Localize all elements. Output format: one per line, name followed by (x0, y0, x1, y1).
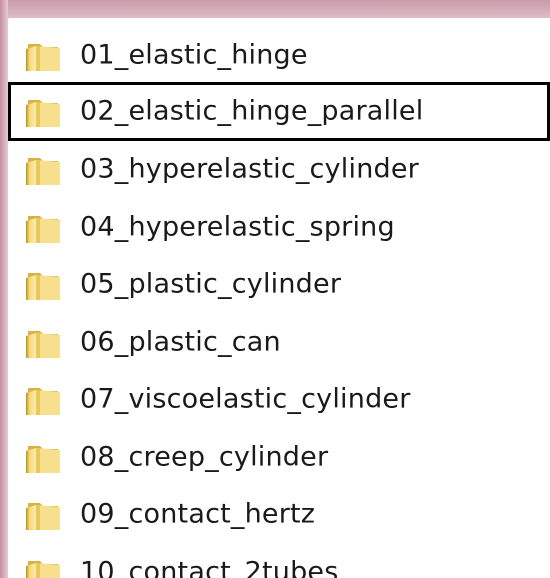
folder-item-03[interactable]: 03_hyperelastic_cylinder (8, 141, 550, 199)
folder-icon (26, 560, 60, 578)
folder-name: 08_creep_cylinder (80, 441, 329, 473)
folder-name: 02_elastic_hinge_parallel (80, 95, 424, 127)
folder-name: 01_elastic_hinge (80, 39, 308, 71)
folder-item-05[interactable]: 05_plastic_cylinder (8, 256, 550, 314)
folder-item-06[interactable]: 06_plastic_can (8, 313, 550, 371)
folder-name: 04_hyperelastic_spring (80, 211, 395, 243)
folder-name: 07_viscoelastic_cylinder (80, 383, 411, 415)
folder-item-08[interactable]: 08_creep_cylinder (8, 428, 550, 486)
folder-item-02[interactable]: 02_elastic_hinge_parallel (8, 81, 550, 141)
window-frame-left (0, 0, 8, 578)
folder-item-04[interactable]: 04_hyperelastic_spring (8, 198, 550, 256)
folder-name: 03_hyperelastic_cylinder (80, 153, 419, 185)
folder-item-07[interactable]: 07_viscoelastic_cylinder (8, 371, 550, 429)
folder-icon (26, 158, 60, 186)
folder-name: 10_contact_2tubes (80, 556, 339, 578)
folder-item-10[interactable]: 10_contact_2tubes (8, 543, 550, 578)
folder-icon (26, 330, 60, 358)
folder-icon (26, 43, 60, 71)
folder-icon (26, 100, 60, 127)
folder-icon (26, 388, 60, 416)
folder-icon (26, 503, 60, 531)
folder-icon (26, 445, 60, 473)
folder-name: 06_plastic_can (80, 326, 281, 358)
folder-icon (26, 215, 60, 243)
folder-name: 09_contact_hertz (80, 498, 316, 530)
file-list-panel: 01_elastic_hinge 02_elastic_hinge_parall… (8, 18, 550, 578)
folder-item-01[interactable]: 01_elastic_hinge (8, 26, 550, 84)
folder-item-09[interactable]: 09_contact_hertz (8, 486, 550, 544)
folder-icon (26, 273, 60, 301)
folder-name: 05_plastic_cylinder (80, 268, 342, 300)
folder-list: 01_elastic_hinge 02_elastic_hinge_parall… (8, 26, 550, 578)
